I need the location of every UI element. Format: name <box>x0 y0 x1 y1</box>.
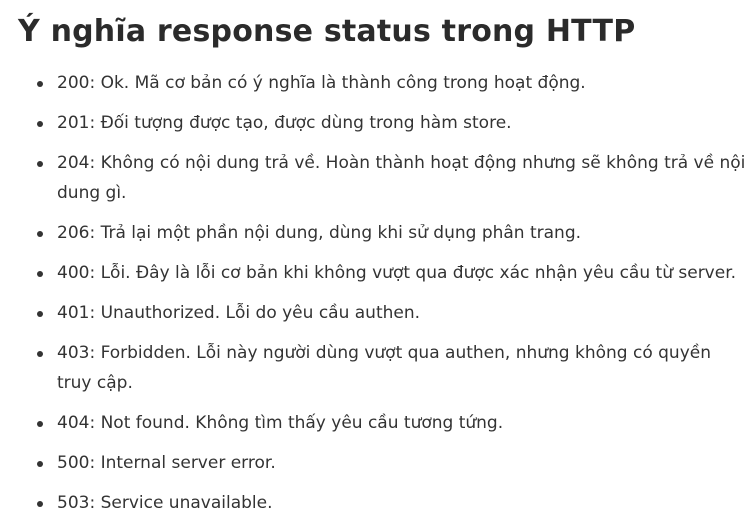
list-item-400: 400: Lỗi. Đây là lỗi cơ bản khi không vư… <box>18 258 747 288</box>
list-item-text: 500: Internal server error. <box>57 453 276 473</box>
bullet-icon <box>37 81 43 87</box>
list-item-text: 400: Lỗi. Đây là lỗi cơ bản khi không vư… <box>57 263 737 283</box>
list-item-text: 403: Forbidden. Lỗi này người dùng vượt … <box>57 343 711 393</box>
section-heading: Ý nghĩa response status trong HTTP <box>18 14 636 49</box>
list-item-500: 500: Internal server error. <box>18 448 747 478</box>
list-item-206: 206: Trả lại một phần nội dung, dùng khi… <box>18 218 747 248</box>
bullet-icon <box>37 271 43 277</box>
article-content: Ý nghĩa response status trong HTTP 200: … <box>18 0 748 528</box>
list-item-403: 403: Forbidden. Lỗi này người dùng vượt … <box>18 338 747 398</box>
bullet-icon <box>37 421 43 427</box>
list-item-text: 404: Not found. Không tìm thấy yêu cầu t… <box>57 413 504 433</box>
list-item-404: 404: Not found. Không tìm thấy yêu cầu t… <box>18 408 747 438</box>
bullet-icon <box>37 461 43 467</box>
list-item-503: 503: Service unavailable. <box>18 488 747 518</box>
bullet-icon <box>37 161 43 167</box>
bullet-icon <box>37 121 43 127</box>
list-item-text: 200: Ok. Mã cơ bản có ý nghĩa là thành c… <box>57 73 586 93</box>
bullet-icon <box>37 351 43 357</box>
list-item-text: 201: Đối tượng được tạo, được dùng trong… <box>57 113 512 133</box>
list-item-201: 201: Đối tượng được tạo, được dùng trong… <box>18 108 747 138</box>
list-item-text: 503: Service unavailable. <box>57 493 273 513</box>
bullet-icon <box>37 231 43 237</box>
list-item-text: 204: Không có nội dung trả về. Hoàn thàn… <box>57 153 746 203</box>
list-item-401: 401: Unauthorized. Lỗi do yêu cầu authen… <box>18 298 747 328</box>
list-item-text: 401: Unauthorized. Lỗi do yêu cầu authen… <box>57 303 421 323</box>
list-item-204: 204: Không có nội dung trả về. Hoàn thàn… <box>18 148 747 208</box>
bullet-icon <box>37 501 43 507</box>
status-code-list: 200: Ok. Mã cơ bản có ý nghĩa là thành c… <box>18 52 748 518</box>
list-item-200: 200: Ok. Mã cơ bản có ý nghĩa là thành c… <box>18 68 747 98</box>
bullet-icon <box>37 311 43 317</box>
list-item-text: 206: Trả lại một phần nội dung, dùng khi… <box>57 223 582 243</box>
